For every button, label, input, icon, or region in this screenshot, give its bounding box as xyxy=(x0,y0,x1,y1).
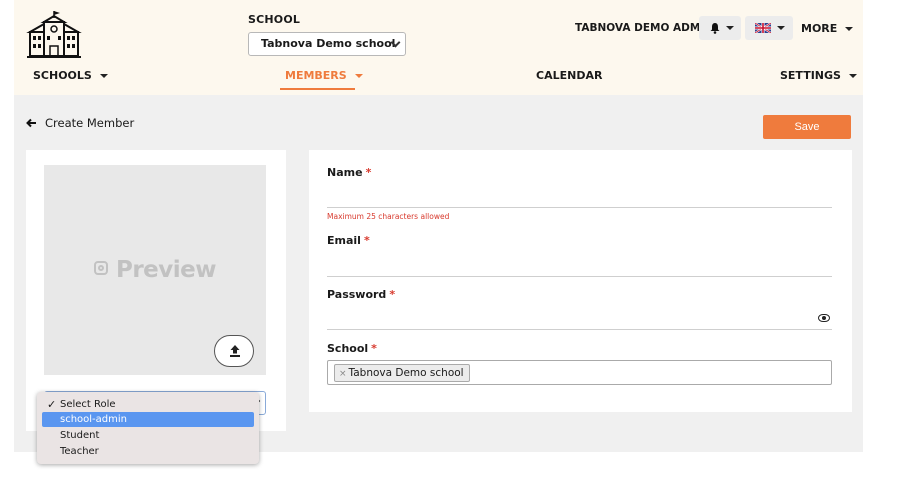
nav-calendar[interactable]: CALENDAR xyxy=(536,69,602,82)
preview-text: Preview xyxy=(115,257,217,283)
app-shell: SCHOOL Tabnova Demo school TABNOVA DEMO … xyxy=(14,0,863,452)
role-option-teacher[interactable]: Teacher xyxy=(42,444,254,459)
name-field[interactable] xyxy=(327,207,832,208)
email-label: Email * xyxy=(327,234,370,247)
photo-card: Preview xyxy=(26,150,286,431)
school-chip[interactable]: × Tabnova Demo school xyxy=(334,364,470,382)
upload-icon xyxy=(230,345,240,357)
nav-members[interactable]: MEMBERS xyxy=(285,69,363,82)
role-option-student[interactable]: Student xyxy=(42,428,254,443)
checkmark-icon: ✓ xyxy=(47,398,57,411)
caret-down-icon xyxy=(354,74,363,78)
preview-placeholder: Preview xyxy=(44,257,266,283)
role-option-school-admin[interactable]: school-admin xyxy=(42,412,254,427)
more-label: MORE xyxy=(801,22,838,35)
member-form: Name * Maximum 25 characters allowed Emai… xyxy=(309,150,852,412)
nav-settings-label: SETTINGS xyxy=(780,69,841,82)
role-option-label: Select Role xyxy=(60,399,116,410)
arrow-left-icon xyxy=(26,118,36,128)
top-bar: SCHOOL Tabnova Demo school TABNOVA DEMO … xyxy=(14,0,863,95)
more-menu[interactable]: MORE xyxy=(801,22,854,35)
caret-down-icon xyxy=(848,74,857,78)
required-mark: * xyxy=(371,342,377,355)
role-dropdown-menu: ✓ Select Role school-admin Student Teache… xyxy=(37,392,259,464)
upload-photo-button[interactable] xyxy=(214,335,254,367)
role-option-select-role[interactable]: ✓ Select Role xyxy=(42,397,254,412)
remove-chip-icon[interactable]: × xyxy=(339,369,347,379)
password-label-text: Password xyxy=(327,288,387,301)
language-button[interactable] xyxy=(745,16,793,40)
school-field-label: School * xyxy=(327,342,377,355)
school-label: SCHOOL xyxy=(248,13,301,26)
eye-icon[interactable] xyxy=(818,314,830,322)
password-label: Password * xyxy=(327,288,395,301)
caret-down-icon xyxy=(99,74,108,78)
caret-down-icon xyxy=(726,26,734,30)
page-title: Create Member xyxy=(45,116,135,130)
school-multiselect[interactable]: × Tabnova Demo school xyxy=(327,360,832,385)
name-label-text: Name xyxy=(327,166,363,179)
notifications-button[interactable] xyxy=(699,16,741,40)
save-button[interactable]: Save xyxy=(763,115,851,139)
nav-schools-label: SCHOOLS xyxy=(33,69,92,82)
school-building-logo-icon[interactable] xyxy=(26,10,82,58)
bell-icon xyxy=(710,23,720,34)
required-mark: * xyxy=(389,288,396,301)
required-mark: * xyxy=(365,166,372,179)
name-hint: Maximum 25 characters allowed xyxy=(327,212,450,221)
school-label-text: School xyxy=(327,342,369,355)
caret-down-icon xyxy=(845,27,854,31)
photo-preview: Preview xyxy=(44,165,266,375)
nav-calendar-label: CALENDAR xyxy=(536,69,603,82)
nav-members-label: MEMBERS xyxy=(285,69,347,82)
nav-active-underline xyxy=(280,88,355,90)
password-field[interactable] xyxy=(327,329,832,330)
uk-flag-icon xyxy=(755,23,771,33)
email-label-text: Email xyxy=(327,234,361,247)
school-select-value: Tabnova Demo school xyxy=(261,37,396,50)
required-mark: * xyxy=(363,234,370,247)
nav-settings[interactable]: SETTINGS xyxy=(780,69,857,82)
school-chip-label: Tabnova Demo school xyxy=(348,367,464,379)
role-option-label: school-admin xyxy=(60,414,128,425)
nav-schools[interactable]: SCHOOLS xyxy=(33,69,108,82)
back-link[interactable]: Create Member xyxy=(26,116,134,130)
email-field[interactable] xyxy=(327,276,832,277)
name-label: Name * xyxy=(327,166,371,179)
school-select[interactable]: Tabnova Demo school xyxy=(248,32,406,56)
role-option-label: Student xyxy=(60,430,100,441)
admin-name: TABNOVA DEMO ADMIN xyxy=(575,22,714,34)
instagram-icon xyxy=(93,261,108,275)
caret-down-icon xyxy=(777,26,785,30)
role-option-label: Teacher xyxy=(60,446,99,457)
